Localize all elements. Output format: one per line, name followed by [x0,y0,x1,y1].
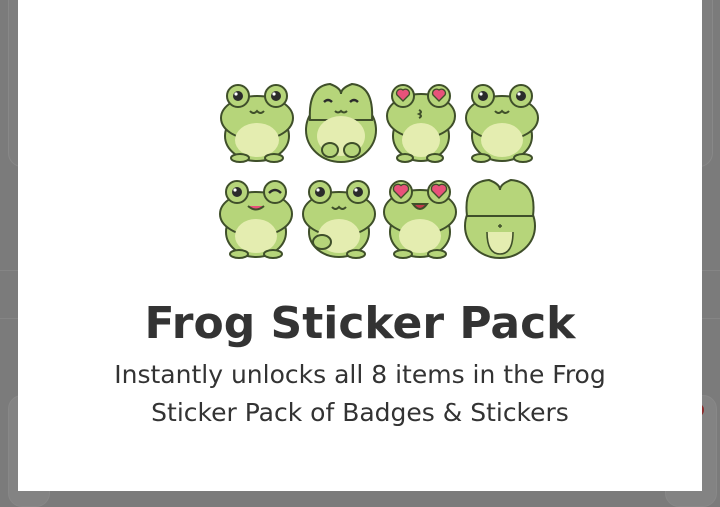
frog-heart-eyes-icon [379,176,461,260]
frog-heart-eyes-kiss-icon [383,80,465,164]
frog-wave-icon [298,176,380,260]
frog-happy-icon [216,80,298,164]
sticker-preview-grid [203,78,543,262]
frog-back-icon [459,176,541,260]
pack-title: Frog Sticker Pack [144,298,576,349]
pack-description: Instantly unlocks all 8 items in the Fro… [114,360,606,427]
frog-hug-icon [300,80,382,164]
sticker-pack-modal: Frog Sticker Pack Instantly unlocks all … [18,0,702,491]
frog-wink-icon [215,176,297,260]
frog-smile-icon [461,80,543,164]
